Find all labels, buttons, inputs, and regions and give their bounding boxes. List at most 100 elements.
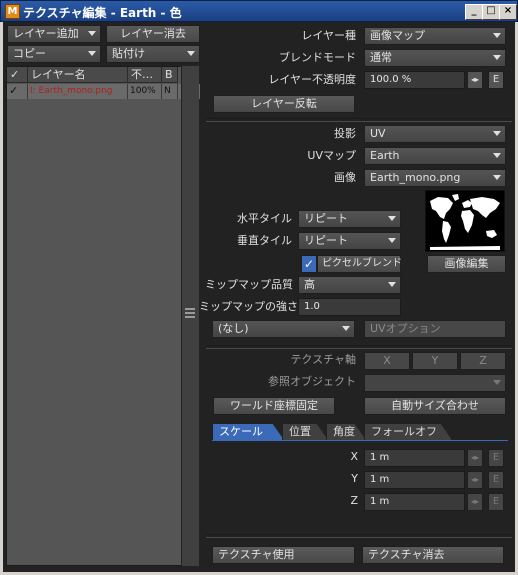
chevron-down-icon — [342, 326, 350, 331]
image-edit-button[interactable]: 画像編集 — [427, 255, 506, 273]
section-divider — [206, 118, 512, 122]
tab-falloff[interactable]: フォールオフ — [364, 423, 452, 440]
image-thumbnail[interactable] — [425, 190, 505, 252]
delete-layer-button[interactable]: レイヤー消去 — [106, 25, 200, 43]
chevron-down-icon — [388, 216, 396, 221]
auto-size-button[interactable]: 自動サイズ合わせ — [364, 397, 506, 415]
scale-y-label: Y — [351, 472, 358, 485]
scale-x-label: X — [350, 450, 358, 463]
expression-e-button[interactable]: E — [488, 471, 504, 489]
column-header-check[interactable]: ✓ — [7, 67, 28, 83]
blend-mode-label: ブレンドモード — [279, 51, 356, 64]
horizontal-tile-value: リピート — [304, 212, 348, 225]
image-value: Earth_mono.png — [370, 171, 461, 184]
delete-texture-button[interactable]: テクスチャ消去 — [362, 546, 504, 564]
layer-type-value: 画像マップ — [370, 29, 425, 42]
projection-dropdown[interactable]: UV — [364, 125, 506, 143]
chevron-down-icon — [388, 238, 396, 243]
chevron-down-icon — [493, 33, 501, 38]
horizontal-tile-dropdown[interactable]: リピート — [298, 210, 401, 228]
scale-x-field[interactable]: 1 m — [364, 449, 465, 467]
texture-axis-label: テクスチャ軸 — [290, 353, 356, 366]
minimize-button[interactable]: _ — [465, 4, 483, 20]
copy-label: コピー — [13, 47, 46, 60]
copy-dropdown[interactable]: コピー — [7, 45, 101, 63]
axis-z-button[interactable]: Z — [460, 352, 506, 370]
vertical-tile-value: リピート — [304, 234, 348, 247]
chevron-down-icon — [493, 153, 501, 158]
add-layer-label: レイヤー追加 — [13, 27, 79, 40]
tab-scale[interactable]: スケール — [212, 423, 284, 440]
chevron-down-icon — [493, 175, 501, 180]
vertical-tile-label: 垂直タイル — [237, 234, 292, 247]
mip-quality-value: 高 — [304, 278, 315, 291]
expression-e-button[interactable]: E — [488, 449, 504, 467]
layer-name: I: Earth_mono.png — [28, 84, 128, 99]
axis-x-button[interactable]: X — [364, 352, 410, 370]
uvmap-label: UVマップ — [307, 149, 356, 162]
pixel-blend-checkbox[interactable]: ✓ ピクセルブレンド — [301, 255, 402, 273]
chevron-down-icon — [493, 380, 501, 385]
layer-opacity-field[interactable]: 100.0 % — [364, 71, 465, 89]
layer-blend: N — [162, 84, 178, 99]
expression-e-button[interactable]: E — [488, 71, 504, 89]
window-title: テクスチャ編集 - Earth - 色 — [23, 6, 182, 20]
splitter-grip-icon[interactable] — [185, 308, 195, 322]
horizontal-tile-label: 水平タイル — [237, 212, 292, 225]
mip-quality-dropdown[interactable]: 高 — [298, 276, 401, 294]
layer-row[interactable]: ✓ I: Earth_mono.png 100% N — [7, 84, 200, 99]
use-texture-button[interactable]: テクスチャ使用 — [212, 546, 355, 564]
envelope-icon[interactable]: ◂▸ — [467, 471, 483, 489]
section-divider — [206, 534, 512, 538]
chevron-down-icon — [493, 55, 501, 60]
uvmap-dropdown[interactable]: Earth — [364, 147, 506, 165]
envelope-icon[interactable]: ◂▸ — [467, 493, 483, 511]
mip-strength-field[interactable]: 1.0 — [298, 298, 401, 316]
blend-mode-dropdown[interactable]: 通常 — [364, 49, 506, 67]
title-bar[interactable]: M テクスチャ編集 - Earth - 色 _ □ × — [0, 0, 518, 22]
mip-strength-label: ミップマップの強さ — [199, 300, 298, 313]
world-map-icon — [426, 191, 504, 251]
node-value: (なし) — [218, 322, 249, 335]
layer-enable-check[interactable]: ✓ — [7, 84, 28, 99]
node-dropdown[interactable]: (なし) — [212, 320, 355, 338]
envelope-icon[interactable]: ◂▸ — [467, 449, 483, 467]
world-coordinates-button[interactable]: ワールド座標固定 — [213, 397, 335, 415]
close-button[interactable]: × — [499, 4, 517, 20]
uvmap-value: Earth — [370, 149, 400, 162]
paste-label: 貼付け — [112, 47, 145, 60]
projection-value: UV — [370, 127, 386, 140]
vertical-tile-dropdown[interactable]: リピート — [298, 232, 401, 250]
add-layer-dropdown[interactable]: レイヤー追加 — [7, 25, 101, 43]
uv-option-button[interactable]: UVオプション — [364, 320, 506, 338]
reference-object-label: 参照オブジェクト — [268, 375, 356, 388]
paste-dropdown[interactable]: 貼付け — [106, 45, 200, 63]
column-header-layer-name[interactable]: レイヤー名 — [28, 67, 128, 83]
section-divider — [206, 345, 512, 349]
scale-y-field[interactable]: 1 m — [364, 471, 465, 489]
column-header-opacity[interactable]: 不… — [128, 67, 162, 83]
axis-y-button[interactable]: Y — [412, 352, 458, 370]
projection-label: 投影 — [334, 127, 356, 140]
chevron-down-icon — [88, 51, 96, 56]
reference-object-dropdown[interactable] — [364, 374, 506, 392]
chevron-down-icon — [388, 282, 396, 287]
pixel-blend-label: ピクセルブレンド — [317, 255, 402, 273]
layer-opacity: 100% — [128, 84, 162, 99]
mip-quality-label: ミップマップ品質 — [205, 278, 293, 291]
layer-type-label: レイヤー種 — [301, 29, 356, 42]
column-header-blend[interactable]: B — [162, 67, 178, 83]
layer-list[interactable]: ✓ レイヤー名 不… B ✓ I: Earth_mono.png 100% N — [6, 66, 200, 566]
tab-underline — [212, 440, 508, 441]
chevron-down-icon — [88, 31, 96, 36]
expression-e-button[interactable]: E — [488, 493, 504, 511]
image-dropdown[interactable]: Earth_mono.png — [364, 169, 506, 187]
scale-z-field[interactable]: 1 m — [364, 493, 465, 511]
invert-layer-button[interactable]: レイヤー反転 — [213, 95, 355, 113]
chevron-down-icon — [493, 131, 501, 136]
maximize-button[interactable]: □ — [482, 4, 500, 20]
chevron-down-icon — [187, 51, 195, 56]
layer-type-dropdown[interactable]: 画像マップ — [364, 27, 506, 45]
envelope-icon[interactable]: ◂▸ — [467, 71, 483, 89]
blend-mode-value: 通常 — [370, 51, 392, 64]
